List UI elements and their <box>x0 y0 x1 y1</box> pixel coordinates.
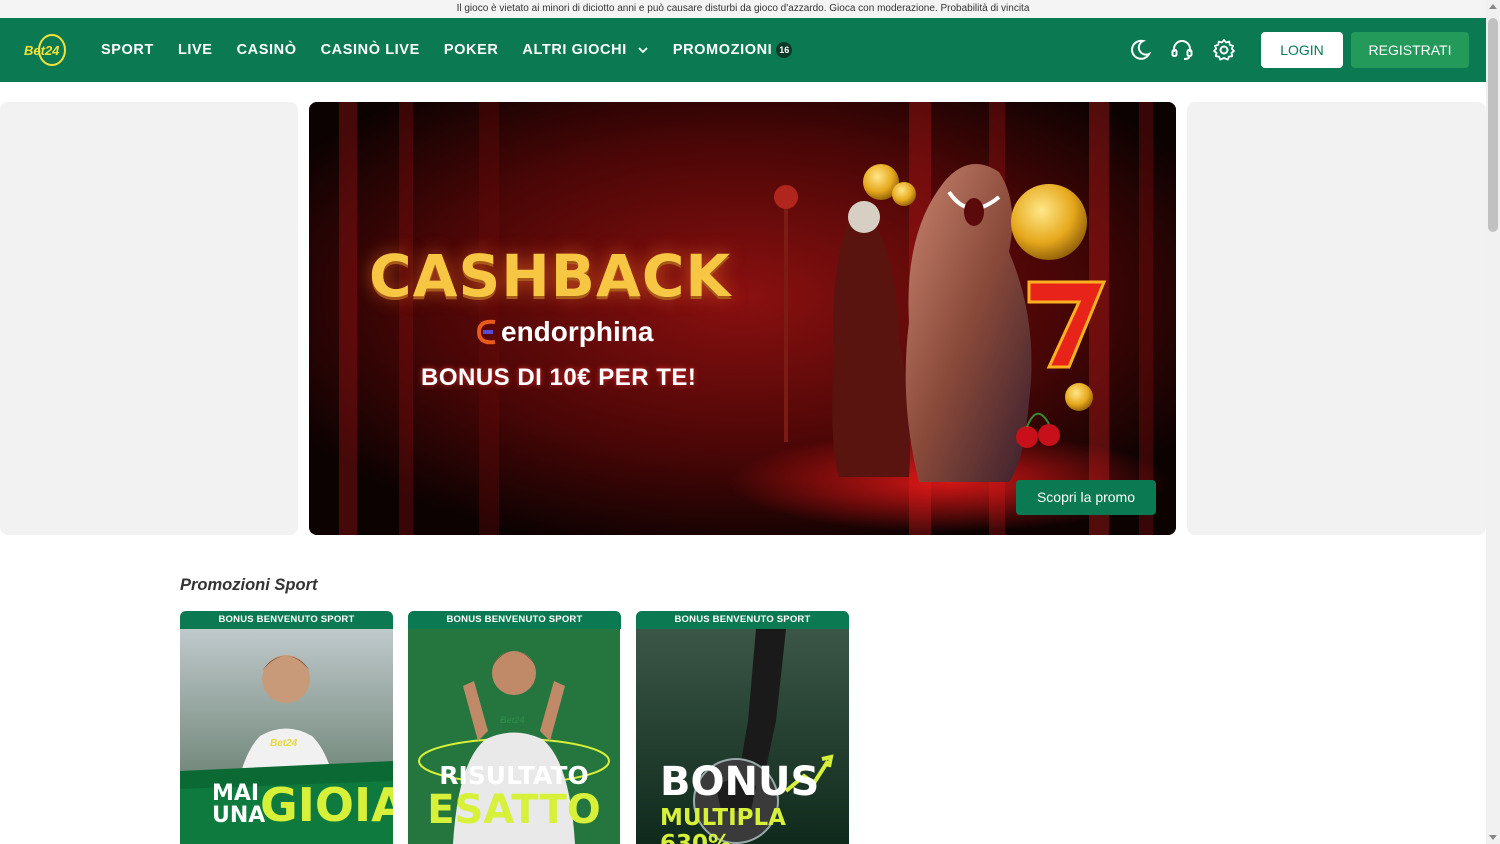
scrollbar-thumb[interactable] <box>1488 18 1498 232</box>
age-warning-bar: Il gioco è vietato ai minori di diciotto… <box>0 0 1486 18</box>
promo-card-risultato-esatto[interactable]: BONUS BENVENUTO SPORT Bet24 RISULTATO ES… <box>408 611 621 844</box>
top-header: Bet24 SPORT LIVE CASINÒ CASINÒ LIVE POKE… <box>0 18 1486 82</box>
scroll-down-arrow-icon[interactable] <box>1489 835 1497 840</box>
shirt-logo-text: Bet24 <box>270 738 298 749</box>
card-headline: GIOIA <box>260 778 393 832</box>
nav-casino-label: CASINÒ <box>236 42 297 58</box>
endorphina-brand: endorphina <box>475 316 653 348</box>
card-line1: RISULTATO <box>439 761 589 790</box>
nav-casino[interactable]: CASINÒ <box>237 42 297 58</box>
nav-sport-label: SPORT <box>101 42 154 58</box>
hero-background-art <box>309 102 1176 535</box>
section-title-promozioni-sport: Promozioni Sport <box>180 576 318 594</box>
endorphina-logo-icon <box>476 319 496 345</box>
hero-subtitle: BONUS DI 10€ PER TE! <box>421 364 697 391</box>
scroll-up-arrow-icon[interactable] <box>1489 4 1497 9</box>
card-ribbon: BONUS BENVENUTO SPORT <box>180 611 393 629</box>
nav-live[interactable]: LIVE <box>178 42 213 58</box>
nav-altri-giochi[interactable]: ALTRI GIOCHI <box>522 42 648 58</box>
hero-title: CASHBACK <box>369 242 732 310</box>
card-ribbon: BONUS BENVENUTO SPORT <box>408 611 621 629</box>
register-button[interactable]: REGISTRATI <box>1351 32 1469 68</box>
carousel-prev-slide[interactable] <box>0 102 298 535</box>
logo-text: Bet24 <box>24 43 60 58</box>
page-scrollbar[interactable] <box>1486 0 1500 844</box>
promozioni-count-badge: 16 <box>776 42 793 58</box>
headset-icon[interactable] <box>1170 38 1194 62</box>
carousel-next-slide[interactable] <box>1187 102 1486 535</box>
scopri-promo-button[interactable]: Scopri la promo <box>1016 480 1156 515</box>
nav-live-label: LIVE <box>177 42 213 58</box>
main-nav: SPORT LIVE CASINÒ CASINÒ LIVE POKER ALTR… <box>101 18 816 82</box>
nav-poker-label: POKER <box>443 42 499 58</box>
nav-promozioni[interactable]: PROMOZIONI 16 <box>672 42 793 58</box>
nav-promozioni-label: PROMOZIONI <box>672 42 773 58</box>
nav-altri-giochi-label: ALTRI GIOCHI <box>522 42 627 58</box>
chevron-down-icon <box>638 47 648 54</box>
card-line1: BONUS <box>660 759 820 805</box>
hero-banner[interactable]: CASHBACK endorphina BONUS DI 10€ PER TE!… <box>309 102 1176 535</box>
brand-text: endorphina <box>501 316 654 347</box>
nav-casino-live[interactable]: CASINÒ LIVE <box>321 42 420 58</box>
promo-card-bonus-multipla[interactable]: BONUS BENVENUTO SPORT BONUS MULTIPLA 630… <box>636 611 849 844</box>
promo-card-mai-una-gioia[interactable]: BONUS BENVENUTO SPORT Bet24 MAI UNA GIOI… <box>180 611 393 844</box>
nav-casino-live-label: CASINÒ LIVE <box>320 42 420 58</box>
card-headline: MULTIPLA 630% <box>660 805 786 844</box>
card-line2: UNA <box>212 803 266 828</box>
card-line1: MAI <box>212 781 260 806</box>
bet24-logo[interactable]: Bet24 <box>22 32 68 68</box>
nav-sport[interactable]: SPORT <box>101 42 154 58</box>
nav-poker[interactable]: POKER <box>444 42 499 58</box>
card-headline: ESATTO <box>427 787 601 833</box>
card-ribbon: BONUS BENVENUTO SPORT <box>636 611 849 629</box>
shirt-logo-text: Bet24 <box>500 715 525 725</box>
gear-icon[interactable] <box>1212 38 1236 62</box>
moon-icon[interactable] <box>1128 38 1152 62</box>
login-button[interactable]: LOGIN <box>1261 32 1343 68</box>
